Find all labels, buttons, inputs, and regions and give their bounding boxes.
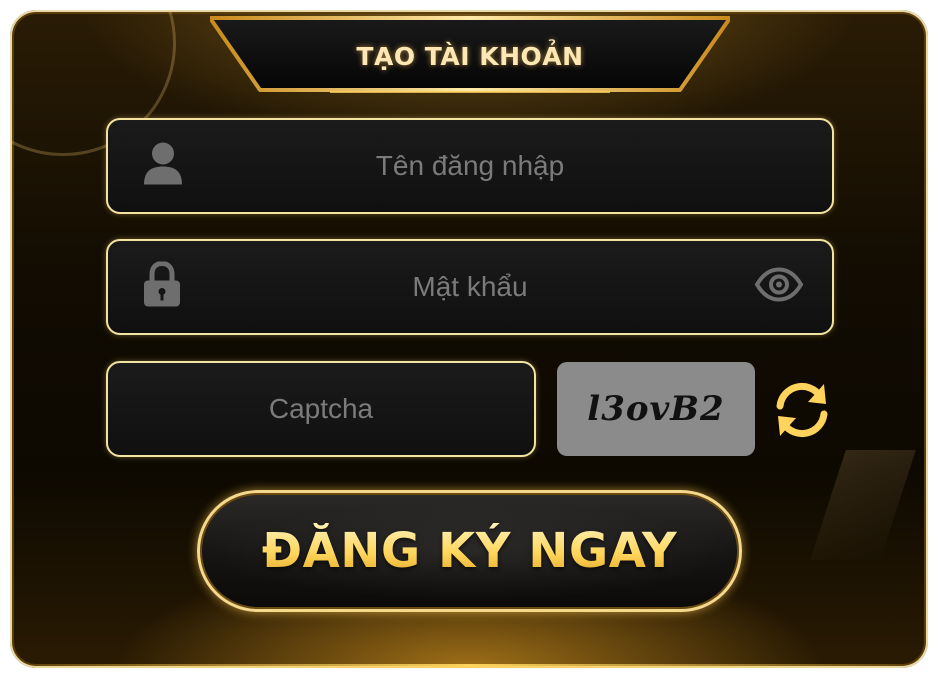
password-field[interactable] xyxy=(106,239,834,335)
captcha-refresh-button[interactable] xyxy=(770,378,834,442)
captcha-input[interactable] xyxy=(108,363,534,455)
username-input[interactable] xyxy=(108,120,832,212)
password-input[interactable] xyxy=(108,241,832,333)
page-title: TẠO TÀI KHOẢN xyxy=(356,42,584,71)
register-now-button[interactable]: ĐĂNG KÝ NGAY xyxy=(197,490,742,612)
lock-icon xyxy=(142,260,182,313)
refresh-icon xyxy=(776,383,828,437)
user-icon xyxy=(142,141,184,192)
register-button-label: ĐĂNG KÝ NGAY xyxy=(261,523,678,579)
decorative-shard xyxy=(810,450,916,560)
captcha-field[interactable] xyxy=(106,361,536,457)
eye-icon[interactable] xyxy=(754,267,804,308)
captcha-image: l3ovB2 xyxy=(557,362,755,456)
username-field[interactable] xyxy=(106,118,834,214)
dialog-header: TẠO TÀI KHOẢN xyxy=(210,14,730,98)
